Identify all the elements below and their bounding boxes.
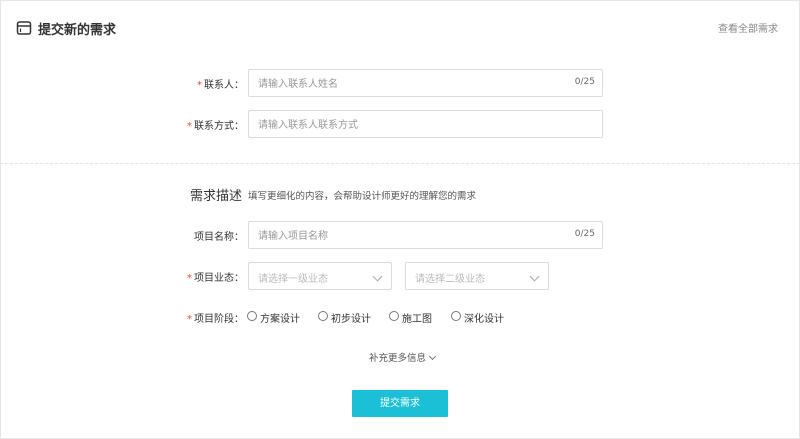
radio-circle-icon bbox=[451, 311, 461, 321]
form-icon bbox=[16, 21, 32, 35]
page-title: 提交新的需求 bbox=[38, 23, 117, 38]
radio-circle-icon bbox=[318, 311, 328, 321]
required-mark: * bbox=[197, 80, 202, 91]
radio-circle-icon bbox=[389, 311, 399, 321]
more-info-toggle[interactable]: 补充更多信息 bbox=[369, 350, 437, 364]
primary-type-select[interactable]: 请选择一级业态 bbox=[248, 262, 392, 290]
project-name-input[interactable] bbox=[258, 228, 558, 244]
required-mark: * bbox=[187, 121, 192, 132]
stage-label: 方案设计 bbox=[260, 314, 300, 325]
page-header: 提交新的需求 查看全部需求 bbox=[0, 0, 800, 56]
contact-name-label: * 联系人： bbox=[197, 80, 244, 91]
contact-name-field[interactable]: 0/25 bbox=[248, 69, 603, 97]
secondary-type-select[interactable]: 请选择二级业态 bbox=[405, 262, 549, 290]
contact-method-label: * 联系方式： bbox=[187, 121, 244, 132]
contact-name-row: *联系人： 0/25 bbox=[0, 69, 800, 97]
contact-method-input[interactable] bbox=[258, 117, 558, 133]
project-type-row: * 项目业态： 请选择一级业态 请选择二级业态 bbox=[0, 262, 800, 290]
project-name-counter: 0/25 bbox=[574, 229, 595, 239]
view-all-requests-link[interactable]: 查看全部需求 bbox=[718, 20, 778, 35]
project-type-label: * 项目业态： bbox=[187, 273, 244, 284]
secondary-type-placeholder: 请选择二级业态 bbox=[415, 274, 485, 285]
project-stage-label: * 项目阶段： bbox=[187, 314, 244, 325]
chevron-down-icon bbox=[529, 271, 540, 282]
contact-method-field[interactable] bbox=[248, 110, 603, 138]
required-mark: * bbox=[187, 314, 192, 325]
section-title: 需求描述 bbox=[190, 189, 243, 204]
contact-name-counter: 0/25 bbox=[574, 77, 595, 87]
required-mark: * bbox=[187, 273, 192, 284]
contact-method-row: * 联系方式： bbox=[0, 110, 800, 138]
section-description: 填写更细化的内容，会帮助设计师更好的理解您的需求 bbox=[248, 191, 477, 202]
page-frame bbox=[0, 0, 800, 439]
stage-label: 施工图 bbox=[402, 314, 432, 325]
radio-circle-icon bbox=[247, 311, 257, 321]
section-divider bbox=[0, 163, 800, 164]
contact-name-input[interactable] bbox=[258, 76, 558, 92]
submit-button[interactable]: 提交需求 bbox=[352, 390, 448, 417]
chevron-down-icon bbox=[428, 352, 437, 361]
project-name-row: 项目名称： 0/25 bbox=[0, 221, 800, 249]
project-name-field[interactable]: 0/25 bbox=[248, 221, 603, 249]
primary-type-placeholder: 请选择一级业态 bbox=[258, 274, 328, 285]
stage-label: 深化设计 bbox=[464, 314, 504, 325]
stage-label: 初步设计 bbox=[331, 314, 371, 325]
project-name-label: 项目名称： bbox=[194, 232, 244, 243]
project-stage-row: * 项目阶段： 方案设计 初步设计 施工图 深化设计 bbox=[0, 303, 800, 331]
chevron-down-icon bbox=[372, 271, 383, 282]
